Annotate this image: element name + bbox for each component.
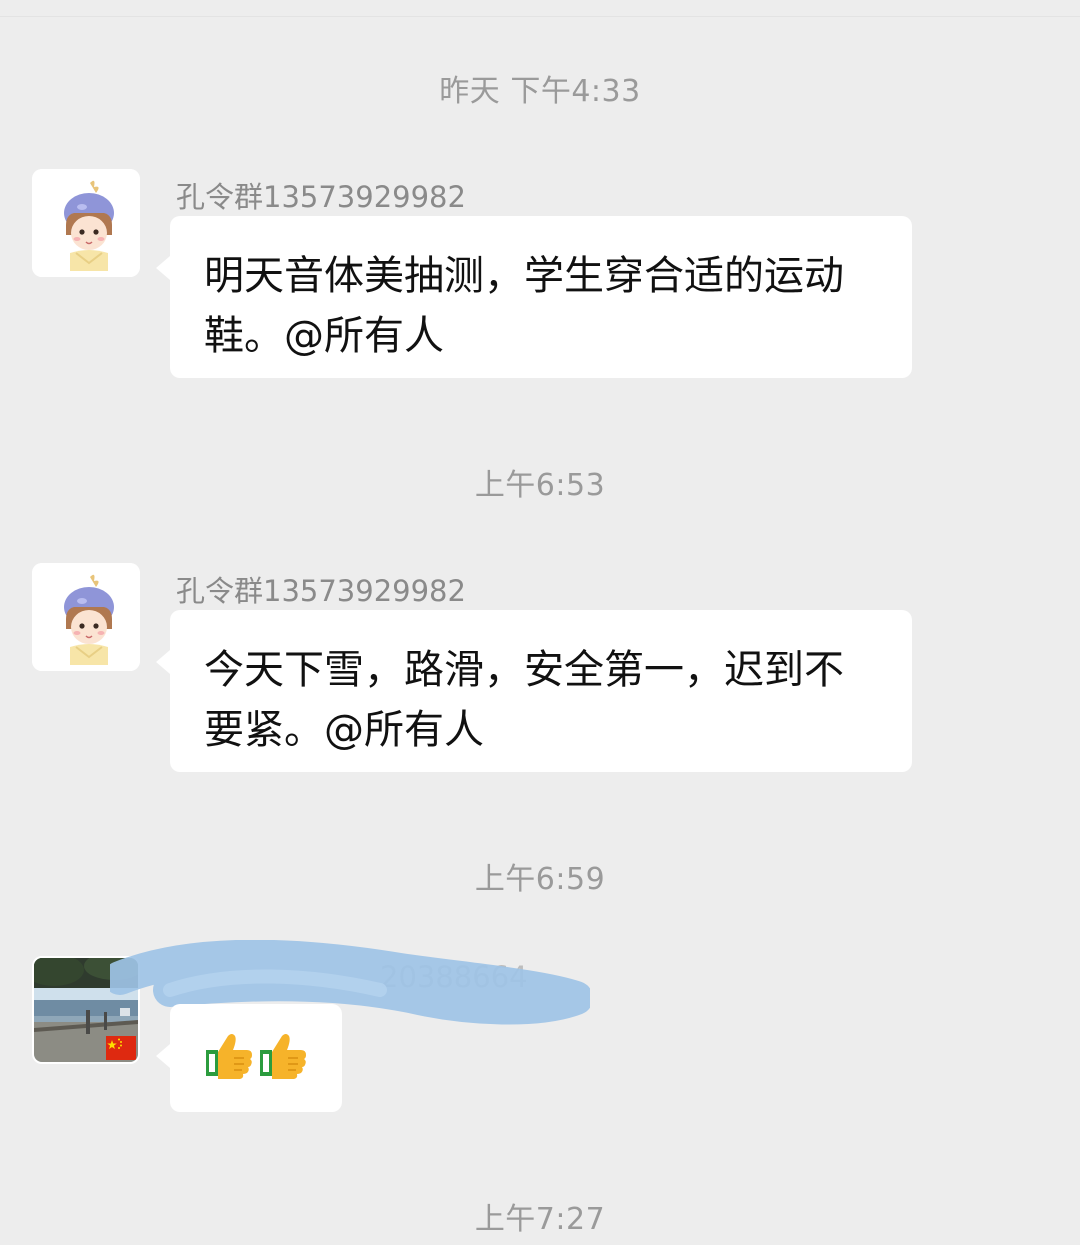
timestamp: 上午6:53 [474,468,606,503]
sender-name: 孔令群13573929982 [176,180,466,214]
top-divider [0,16,1080,17]
timestamp: 上午7:27 [474,1202,606,1237]
message-text: 今天下雪，路滑，安全第一，迟到不要紧。@所有人 [204,647,844,753]
message-bubble[interactable]: 👍👍 [156,1004,342,1112]
timestamp: 上午6:59 [474,862,606,897]
cartoon-girl-avatar-icon [32,169,140,277]
message-text: 明天音体美抽测，学生穿合适的运动鞋。@所有人 [204,253,844,359]
sender-name: 孔令群13573929982 [176,574,466,608]
message-bubble[interactable]: 今天下雪，路滑，安全第一，迟到不要紧。@所有人 [156,610,912,772]
emoji-row [170,1004,342,1084]
thumbs-up-icon [258,1030,308,1084]
timestamp: 昨天 下午4:33 [439,74,641,109]
thumbs-up-icon [204,1030,254,1084]
avatar[interactable] [32,563,140,671]
cartoon-girl-avatar-icon [32,563,140,671]
avatar[interactable] [32,169,140,277]
message-bubble[interactable]: 明天音体美抽测，学生穿合适的运动鞋。@所有人 [156,216,912,378]
